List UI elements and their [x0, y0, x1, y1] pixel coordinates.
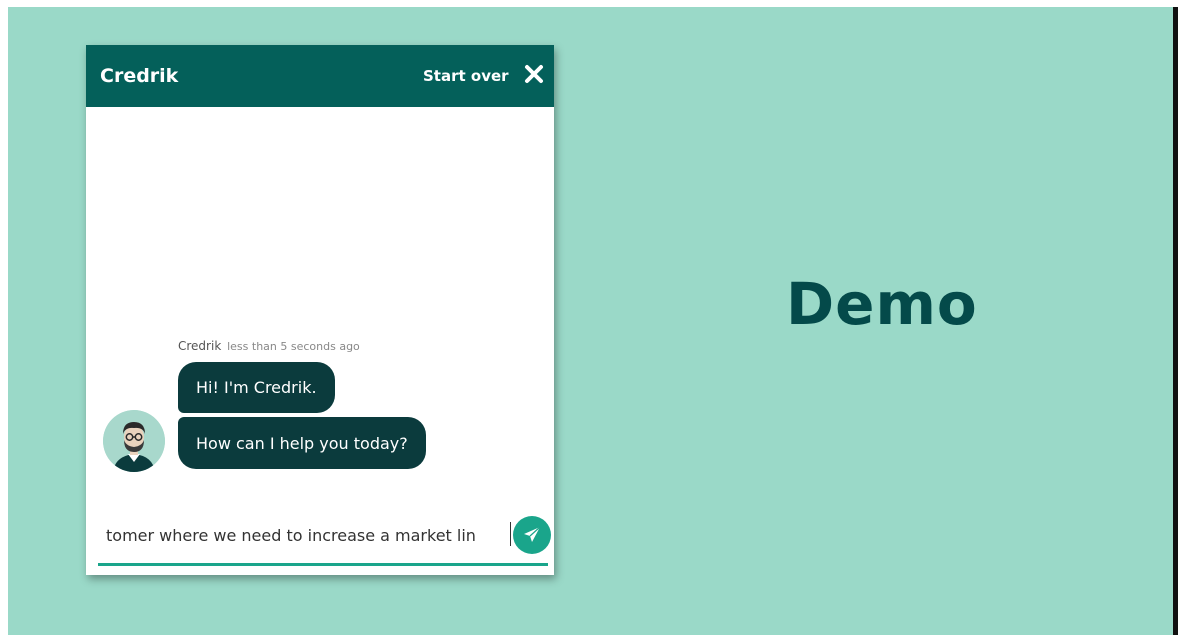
- message-timestamp: less than 5 seconds ago: [227, 340, 360, 353]
- paper-plane-icon: [524, 526, 541, 542]
- avatar-person-icon: [103, 410, 165, 472]
- input-underline: [98, 563, 548, 566]
- message-sender: Credrik: [178, 339, 222, 353]
- bot-message-bubble: How can I help you today?: [178, 417, 426, 469]
- chat-header: Credrik Start over: [86, 45, 554, 107]
- message-meta: Credrik less than 5 seconds ago: [178, 339, 360, 353]
- message-input[interactable]: [106, 515, 511, 555]
- send-button[interactable]: [513, 516, 551, 554]
- message-composer: [98, 505, 551, 567]
- text-caret: [510, 522, 511, 546]
- chat-widget: Credrik Start over Credrik less than 5 s…: [86, 45, 554, 575]
- slide-title: Demo: [786, 270, 978, 338]
- bot-avatar: [103, 410, 165, 472]
- message-text: Hi! I'm Credrik.: [196, 378, 317, 397]
- close-icon[interactable]: [522, 62, 546, 86]
- bot-message-bubble: Hi! I'm Credrik.: [178, 362, 335, 413]
- start-over-button[interactable]: Start over: [423, 67, 509, 85]
- message-text: How can I help you today?: [196, 433, 408, 453]
- chat-title: Credrik: [100, 65, 179, 87]
- window-edge: [1173, 7, 1178, 635]
